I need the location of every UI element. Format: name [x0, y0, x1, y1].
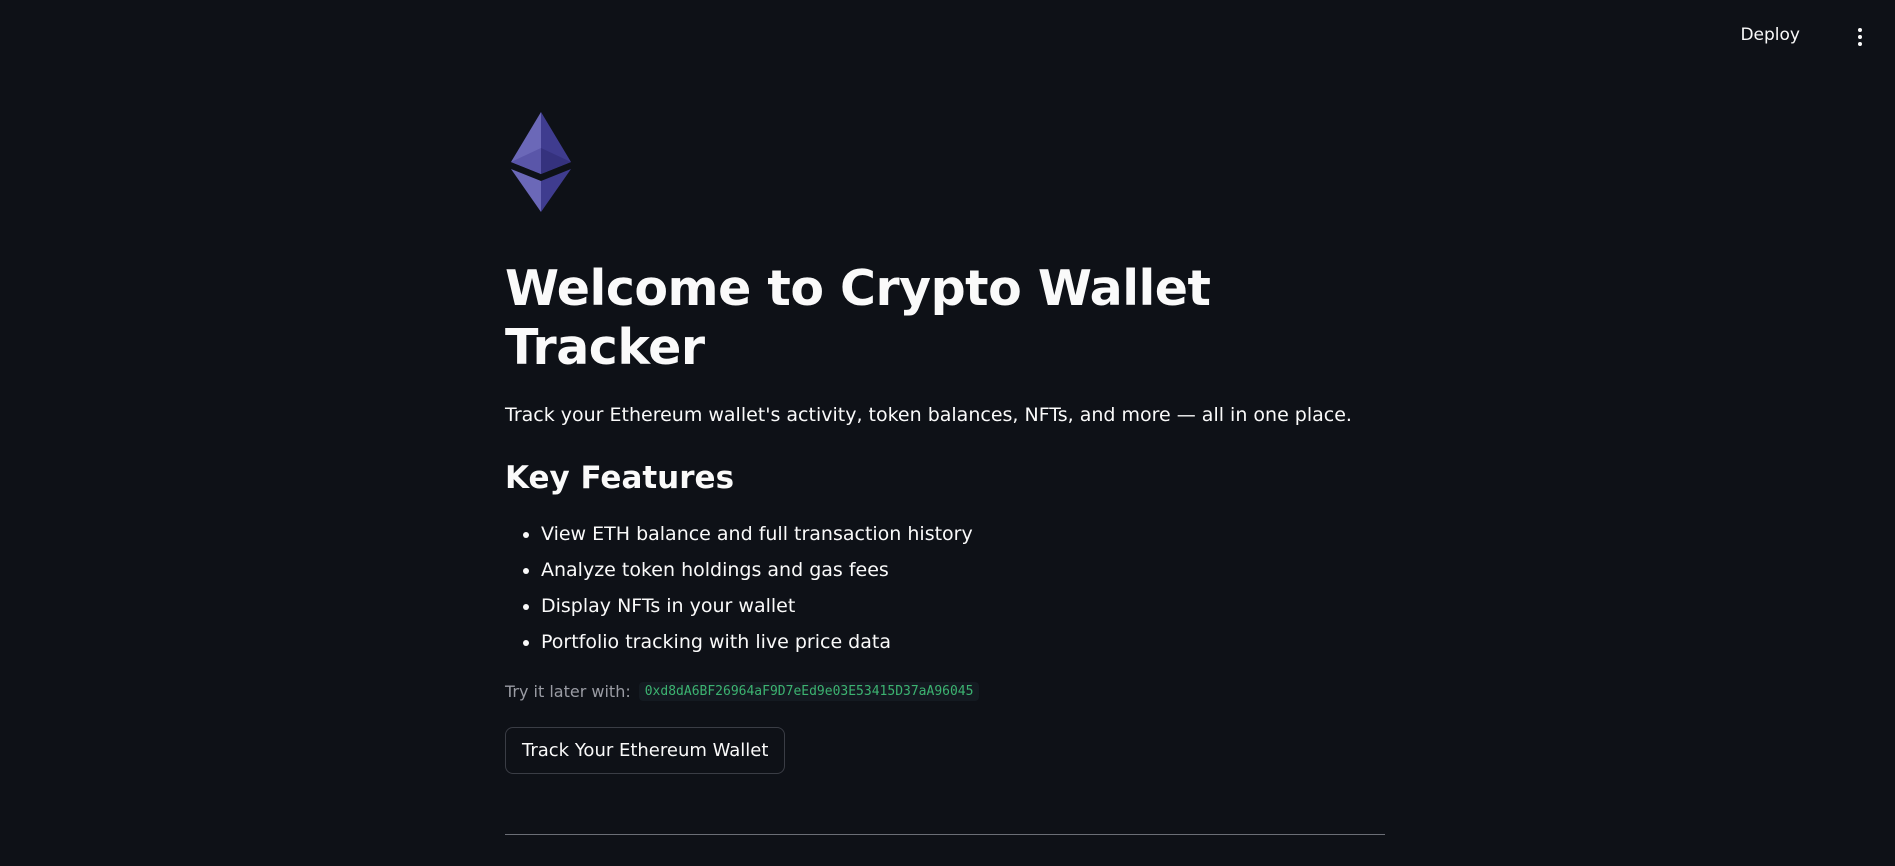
list-item: Portfolio tracking with live price data — [541, 624, 1385, 660]
example-address-row: Try it later with: 0xd8dA6BF26964aF9D7eE… — [505, 682, 1385, 702]
try-label: Try it later with: — [505, 682, 631, 702]
example-address: 0xd8dA6BF26964aF9D7eEd9e03E53415D37aA960… — [638, 682, 980, 702]
feature-list: View ETH balance and full transaction hi… — [505, 516, 1385, 660]
vertical-ellipsis-icon[interactable] — [1847, 22, 1873, 52]
list-item: View ETH balance and full transaction hi… — [541, 516, 1385, 552]
ethereum-logo-icon — [511, 112, 571, 212]
menu-dot — [1858, 42, 1862, 46]
divider — [505, 834, 1385, 836]
page-subtitle: Track your Ethereum wallet's activity, t… — [505, 403, 1352, 426]
menu-dot — [1858, 28, 1862, 32]
list-item: Analyze token holdings and gas fees — [541, 552, 1385, 588]
top-toolbar: Deploy — [0, 0, 1895, 75]
main-content: Welcome to Crypto Wallet Tracker Track y… — [505, 112, 1385, 843]
deploy-button[interactable]: Deploy — [1734, 21, 1806, 49]
menu-dot — [1858, 35, 1862, 39]
list-item: Display NFTs in your wallet — [541, 588, 1385, 624]
page-title: Welcome to Crypto Wallet Tracker — [505, 260, 1211, 376]
features-heading: Key Features — [505, 460, 735, 497]
track-wallet-button[interactable]: Track Your Ethereum Wallet — [505, 727, 786, 775]
